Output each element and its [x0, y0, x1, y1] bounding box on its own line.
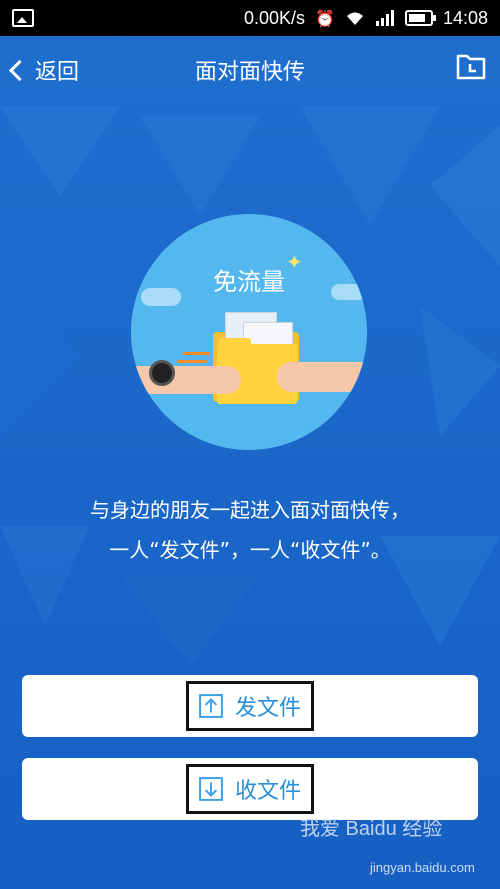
- nav-bar: 返回 面对面快传: [0, 36, 500, 106]
- motion-lines: [183, 352, 209, 355]
- image-icon: [12, 9, 34, 27]
- right-arm-illustration: [277, 362, 367, 392]
- sparkle-icon: ✦: [286, 250, 303, 274]
- motion-lines: [177, 360, 207, 363]
- status-bar: 0.00K/s ⏰ 14:08: [0, 0, 500, 36]
- hero-illustration: 免流量 ✦: [131, 214, 367, 450]
- description: 与身边的朋友一起进入面对面快传， 一人“发文件”，一人“收文件”。: [0, 490, 500, 570]
- watch-icon: [149, 360, 175, 386]
- folder-clock-icon[interactable]: [456, 52, 486, 80]
- download-icon: [199, 777, 223, 801]
- receive-file-highlight: 收文件: [185, 764, 314, 814]
- left-arm-illustration: [131, 366, 241, 394]
- receive-file-label: 收文件: [234, 779, 301, 804]
- send-file-button[interactable]: 发文件: [22, 675, 478, 737]
- page-title: 面对面快传: [194, 60, 305, 85]
- watermark-url: jingyan.baidu.com: [370, 860, 475, 875]
- baidu-jingyan-watermark: 我爱 Baidu 经验 jingyan.baidu.com: [300, 812, 500, 889]
- clock: 14:08: [442, 7, 488, 28]
- description-line-1: 与身边的朋友一起进入面对面快传，: [90, 498, 410, 522]
- send-file-label: 发文件: [234, 696, 301, 721]
- free-traffic-label: 免流量: [213, 268, 285, 296]
- watermark-brand: 我爱 Baidu 经验: [300, 818, 443, 840]
- upload-icon: [199, 694, 223, 718]
- network-speed: 0.00K/s: [243, 7, 306, 28]
- description-line-2: 一人“发文件”，一人“收文件”。: [109, 538, 391, 562]
- wifi-icon: [346, 12, 363, 25]
- receive-file-button[interactable]: 收文件: [22, 758, 478, 820]
- send-file-highlight: 发文件: [185, 681, 314, 731]
- signal-icon: [375, 10, 394, 26]
- alarm-icon: ⏰: [315, 8, 335, 28]
- battery-icon: [404, 10, 436, 26]
